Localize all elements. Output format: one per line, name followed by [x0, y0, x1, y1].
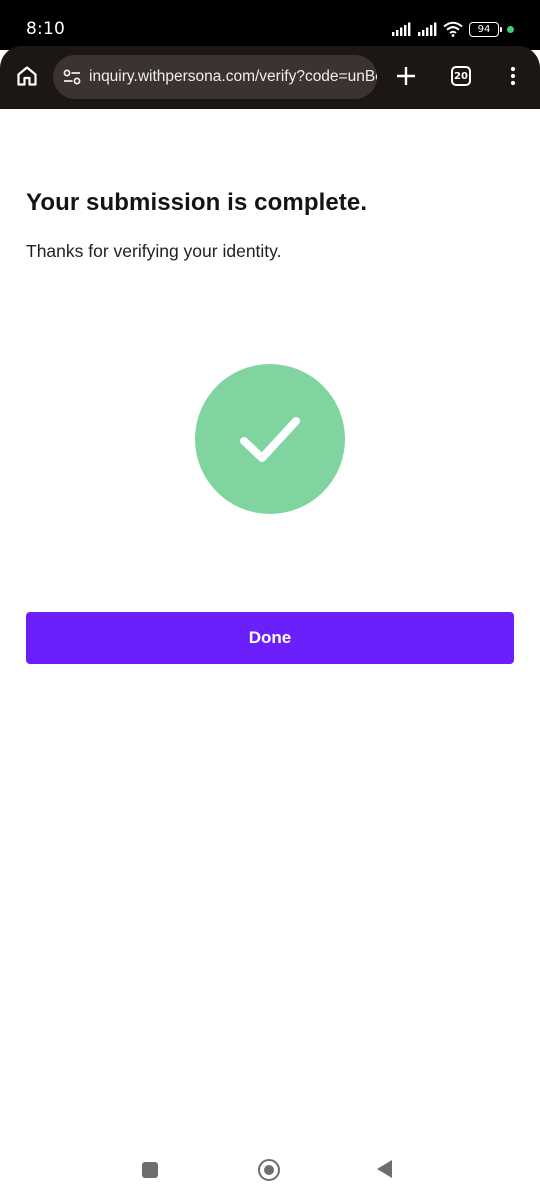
- status-time: 8:10: [26, 19, 65, 39]
- home-circle-icon[interactable]: [258, 1159, 280, 1181]
- check-icon: [240, 417, 300, 462]
- home-button[interactable]: [12, 60, 42, 92]
- more-vert-icon: [510, 66, 516, 86]
- status-icons: 94: [391, 18, 514, 40]
- system-nav-bar: [0, 1148, 540, 1200]
- tabs-icon[interactable]: 20: [451, 66, 471, 86]
- cell-signal-icon: [392, 22, 411, 36]
- done-button[interactable]: Done: [26, 612, 514, 664]
- tab-count: 20: [454, 70, 468, 82]
- privacy-indicator-dot: [507, 25, 514, 33]
- battery-icon: 94: [469, 21, 502, 37]
- back-icon[interactable]: [377, 1160, 392, 1178]
- browser-toolbar: inquiry.withpersona.com/verify?code=unBc…: [0, 46, 540, 109]
- wifi-icon: [443, 21, 463, 37]
- tune-icon[interactable]: [62, 67, 82, 87]
- status-bar: 8:10 94: [0, 0, 540, 50]
- recents-icon[interactable]: [142, 1162, 158, 1178]
- new-tab-button[interactable]: [392, 62, 420, 90]
- success-badge: [195, 364, 345, 514]
- cell-signal-icon: [418, 22, 437, 36]
- url-text[interactable]: inquiry.withpersona.com/verify?code=unBc: [89, 68, 377, 86]
- plus-icon: [397, 67, 415, 85]
- page-title: Your submission is complete.: [26, 189, 368, 216]
- battery-level: 94: [477, 23, 491, 35]
- menu-button[interactable]: [504, 64, 522, 88]
- page-subtitle: Thanks for verifying your identity.: [26, 241, 282, 261]
- address-bar[interactable]: inquiry.withpersona.com/verify?code=unBc: [53, 55, 377, 99]
- home-icon: [17, 66, 37, 86]
